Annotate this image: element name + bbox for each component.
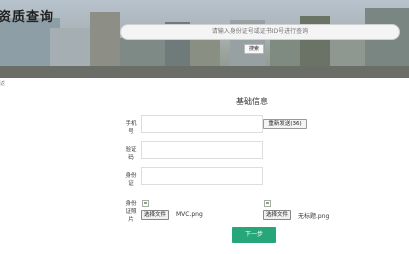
section-title: 基础信息 (236, 97, 268, 106)
file-name-back: 无标题.png (298, 213, 330, 220)
id-photo-label: 身份证照片 (125, 201, 137, 223)
id-photo-front-preview (142, 200, 149, 207)
search-input[interactable] (120, 24, 400, 40)
id-number-label: 身份证 (125, 173, 137, 187)
choose-file-button-front[interactable]: 选择文件 (141, 210, 170, 220)
phone-label: 手机号 (125, 121, 137, 135)
id-number-input[interactable] (141, 167, 263, 185)
resend-code-button[interactable]: 重新发送(36) (263, 119, 307, 129)
header-banner: 资质查询 搜索 (0, 0, 409, 78)
page-title: 资质查询 (0, 10, 55, 25)
choose-file-button-back[interactable]: 选择文件 (263, 210, 292, 220)
street-shape (0, 66, 409, 78)
search-button[interactable]: 搜索 (244, 44, 264, 54)
id-photo-back-preview (264, 200, 271, 207)
back-link[interactable]: 返 (0, 80, 5, 87)
next-step-button[interactable]: 下一步 (232, 227, 276, 243)
file-name-front: MVC.png (176, 211, 203, 218)
code-label: 验证码 (125, 147, 137, 161)
verification-code-input[interactable] (141, 141, 263, 159)
phone-input[interactable] (141, 115, 263, 133)
